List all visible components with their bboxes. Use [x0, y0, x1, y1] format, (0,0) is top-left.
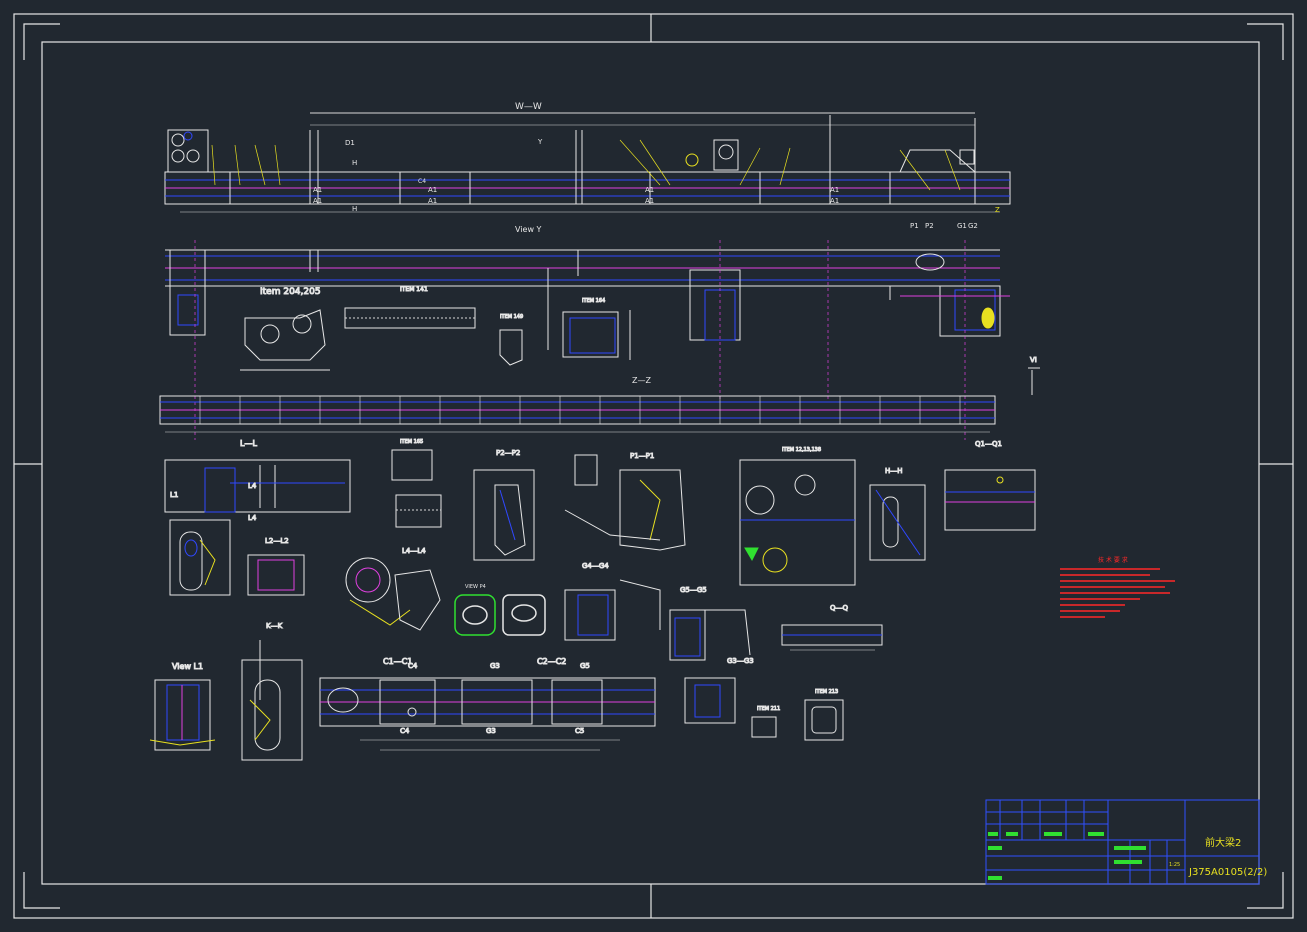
g4g4-section: G4—G4 [564, 562, 661, 641]
tag-g3: G3 [490, 662, 500, 670]
tag-g1: G1 [957, 222, 967, 230]
tag-a1: A1 [645, 186, 654, 194]
tag-g2: G2 [968, 222, 978, 230]
p1p1-section: P1—P1 [564, 452, 686, 551]
tag-a1: A1 [830, 186, 839, 194]
label-item164: ITEM 164 [582, 298, 605, 304]
tag-a1: A1 [428, 186, 437, 194]
label-item211: ITEM 211 [757, 706, 780, 712]
label-view-p4: VIEW P4 [465, 584, 486, 590]
tag-l4: L4 [248, 514, 257, 522]
tech-title: 技 术 要 求 [1098, 556, 1128, 564]
tag-c4: C4 [418, 178, 426, 185]
label-item165: ITEM 165 [400, 439, 423, 445]
drawing-title: 前大梁2 [1205, 836, 1241, 849]
item-164-detail: ITEM 164 [562, 298, 631, 360]
tag-p2: P2 [925, 222, 934, 230]
tag-c5: C5 [575, 727, 584, 735]
view-p4-detail: VIEW P4 [454, 584, 546, 636]
view-title-y: View Y [515, 225, 542, 234]
label-item141: ITEM 141 [400, 286, 428, 293]
tag-l1: L1 [170, 491, 178, 499]
item-165-detail: ITEM 165 [391, 439, 442, 528]
tag-c4: C4 [400, 727, 410, 735]
tag-y: Y [537, 138, 543, 146]
zz-section-beam: Z—Z [159, 376, 996, 433]
tag-h: H [352, 205, 357, 213]
view-title-c2c2: C2—C2 [537, 657, 566, 666]
tag-h: H [352, 159, 357, 167]
cad-drawing-canvas[interactable]: W—W A1 A1 A1 A1 A1 A1 A1 A1 C4 H H Y Z P… [0, 0, 1307, 932]
tag-a1: A1 [428, 197, 437, 205]
label-item204: Item 204,205 [260, 287, 321, 297]
g3g3-section: G3—G3 [684, 657, 754, 724]
view-title-p1p1: P1—P1 [630, 452, 654, 460]
vi-marker: VI [1028, 356, 1040, 395]
label-item12: ITEM 12,13,138 [782, 447, 821, 453]
tag-a1: A1 [645, 197, 654, 205]
tag-g3: G3 [486, 727, 496, 735]
l1-slot-detail [169, 519, 231, 596]
hh-section: H—H [869, 467, 926, 561]
item-12-detail: ITEM 12,13,138 [739, 447, 856, 586]
view-title-qq: Q—Q [830, 604, 849, 612]
label-item149: ITEM 149 [500, 314, 523, 320]
item-149-detail: ITEM 149 [499, 314, 524, 366]
scale-value: 1:25 [1169, 862, 1180, 868]
view-title-l4l4: L4—L4 [402, 547, 426, 555]
view-title-l1: View L1 [172, 662, 203, 671]
tag-z: Z [995, 206, 1000, 214]
tag-g5: G5 [580, 662, 590, 670]
view-title-p2p2: P2—P2 [496, 449, 520, 457]
technical-requirements: 技 术 要 求 [1060, 556, 1175, 618]
c1-c2-section: C1—C1 C2—C2 G3 G5 C4 C4 C5 G3 [319, 657, 656, 751]
tag-a1: A1 [313, 186, 322, 194]
item-211-detail: ITEM 211 [751, 706, 781, 738]
drawing-frame [13, 13, 1294, 919]
p2p2-section: P2—P2 [473, 449, 535, 561]
view-title-hh: H—H [885, 467, 903, 475]
q1q1-section: Q1—Q1 [944, 440, 1036, 531]
tag-l4: L4 [248, 482, 257, 490]
qq-section: Q—Q [781, 604, 883, 651]
tag-a1: A1 [313, 197, 322, 205]
view-title-g5g5: G5—G5 [680, 586, 707, 594]
tag-c4: C4 [408, 662, 418, 670]
view-title-ll: L—L [240, 439, 257, 448]
view-l1-section: View L1 [149, 662, 216, 751]
tag-a1: A1 [830, 197, 839, 205]
label-vi: VI [1030, 356, 1037, 364]
item-141-detail: ITEM 141 [344, 286, 476, 329]
view-title-zz: Z—Z [632, 376, 651, 385]
item-204-205-detail: Item 204,205 [240, 287, 330, 371]
l2l2-section: L2—L2 [247, 537, 305, 596]
item-213-detail: ITEM 213 [804, 689, 844, 741]
tag-p1: P1 [910, 222, 919, 230]
view-title-g3g3: G3—G3 [727, 657, 754, 665]
drawing-number: J375A0105(2/2) [1188, 867, 1267, 878]
kk-section: K—K [241, 622, 303, 761]
view-y-beam: View Y [165, 225, 1010, 440]
tag-d1: D1 [345, 139, 355, 147]
view-title-ww: W—W [515, 102, 542, 112]
view-title-g4g4: G4—G4 [582, 562, 609, 570]
ll-section: L—L L1 L4 L4 [164, 439, 351, 523]
g5g5-section: G5—G5 [669, 586, 751, 661]
view-title-l2l2: L2—L2 [265, 537, 289, 545]
view-title-kk: K—K [266, 622, 283, 630]
view-title-q1q1: Q1—Q1 [975, 440, 1002, 448]
label-item213: ITEM 213 [815, 689, 838, 695]
top-section-beam: W—W A1 A1 A1 A1 A1 A1 A1 A1 C4 H H Y Z P… [164, 102, 1011, 230]
l4l4-section: L4—L4 [345, 547, 441, 631]
